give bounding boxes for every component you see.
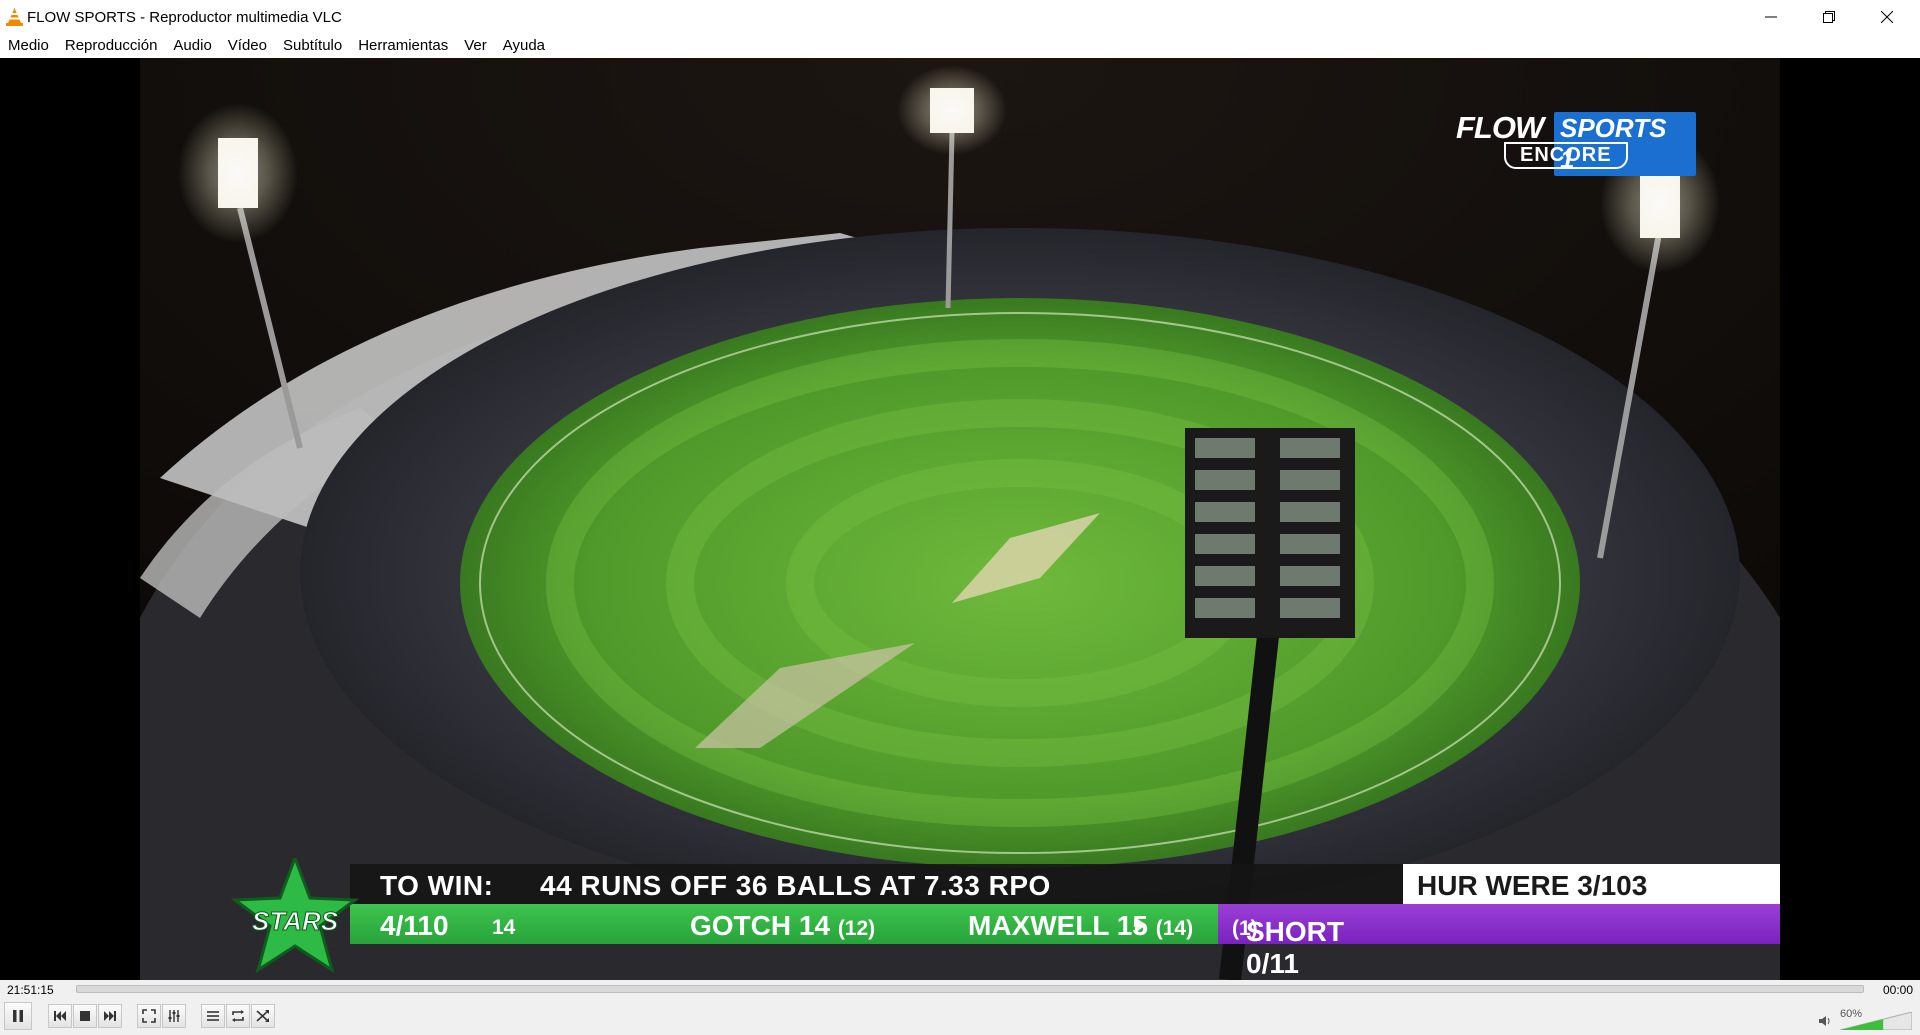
menu-herramientas[interactable]: Herramientas: [350, 34, 456, 58]
opponent-score-box: HUR WERE 3/103: [1403, 864, 1780, 904]
volume-control[interactable]: 60%: [1818, 1008, 1913, 1030]
speaker-icon[interactable]: [1818, 1014, 1832, 1028]
previous-button[interactable]: [48, 1004, 72, 1028]
batsman-2-balls: (14): [1155, 917, 1194, 940]
seek-row: 21:51:15 00:00: [0, 980, 1920, 1000]
menu-reproduccion[interactable]: Reproducción: [57, 34, 166, 58]
bowler-bar: SHORT 0/11 (1): [1218, 904, 1780, 979]
menu-bar: Medio Reproducción Audio Vídeo Subtítulo…: [0, 34, 1920, 58]
shuffle-button[interactable]: [251, 1004, 275, 1028]
batsman-1-balls: (12): [837, 917, 876, 940]
extended-settings-button[interactable]: [162, 1004, 186, 1028]
close-icon: [1881, 11, 1893, 23]
team-score: 4/110: [380, 910, 449, 941]
menu-audio[interactable]: Audio: [165, 34, 219, 58]
minimize-button[interactable]: [1742, 0, 1800, 34]
batsman-1-name: GOTCH 14: [690, 910, 831, 941]
overs: 14: [492, 916, 516, 939]
close-button[interactable]: [1858, 0, 1916, 34]
restore-icon: [1823, 11, 1835, 23]
playlist-button[interactable]: [201, 1004, 225, 1028]
restore-button[interactable]: [1800, 0, 1858, 34]
batsman-2-name: MAXWELL 15: [968, 910, 1148, 941]
scoreboard-overlay: TO WIN: 44 RUNS OFF 36 BALLS AT 7.33 RPO…: [230, 858, 1780, 979]
stars-team-logo: STARS: [230, 858, 360, 974]
batsman-2: MAXWELL 15 (14): [968, 910, 1193, 942]
pause-button[interactable]: [4, 1002, 32, 1030]
menu-subtitulo[interactable]: Subtítulo: [275, 34, 350, 58]
bowler-name: SHORT 0/11: [1246, 916, 1344, 979]
loop-icon: [232, 1010, 244, 1022]
video-area[interactable]: FLOW SPORTS 1 ENCORE TO WIN: 44 RUNS OFF…: [0, 58, 1920, 980]
stop-icon: [80, 1011, 90, 1021]
menu-video[interactable]: Vídeo: [220, 34, 275, 58]
playlist-icon: [207, 1011, 219, 1021]
minimize-icon: [1765, 16, 1777, 18]
loop-button[interactable]: [226, 1004, 250, 1028]
remaining-time[interactable]: 00:00: [1883, 983, 1913, 997]
previous-icon: [54, 1011, 66, 1021]
opponent-score: HUR WERE 3/103: [1417, 870, 1648, 901]
fullscreen-button[interactable]: [137, 1004, 161, 1028]
elapsed-time: 21:51:15: [7, 983, 54, 997]
vlc-cone-icon: [6, 8, 23, 26]
stop-button[interactable]: [73, 1004, 97, 1028]
to-win-text: 44 RUNS OFF 36 BALLS AT 7.33 RPO: [540, 870, 1051, 901]
volume-slider[interactable]: [1840, 1012, 1912, 1030]
fullscreen-icon: [142, 1009, 156, 1023]
menu-medio[interactable]: Medio: [0, 34, 57, 58]
menu-ver[interactable]: Ver: [456, 34, 495, 58]
bowler: SHORT 0/11 (1): [1232, 910, 1344, 979]
controls-bar: 60%: [0, 1000, 1920, 1035]
pause-icon: [13, 1010, 23, 1022]
batsman-1: GOTCH 14 (12): [690, 910, 875, 942]
next-icon: [104, 1011, 116, 1021]
title-bar: FLOW SPORTS - Reproductor multimedia VLC: [0, 0, 1920, 34]
channel-logo-brand: FLOW: [1456, 110, 1544, 145]
menu-ayuda[interactable]: Ayuda: [495, 34, 553, 58]
stadium-scene: [140, 58, 1780, 980]
to-win-label: TO WIN:: [380, 870, 494, 901]
equalizer-icon: [168, 1010, 180, 1022]
stars-team-logo-text: STARS: [252, 906, 339, 936]
shuffle-icon: [256, 1010, 269, 1022]
channel-logo: FLOW SPORTS 1 ENCORE: [1456, 110, 1696, 176]
next-button[interactable]: [98, 1004, 122, 1028]
channel-logo-tag: ENCORE: [1504, 142, 1628, 169]
window-title: FLOW SPORTS - Reproductor multimedia VLC: [27, 9, 342, 26]
seek-slider[interactable]: [76, 985, 1864, 993]
